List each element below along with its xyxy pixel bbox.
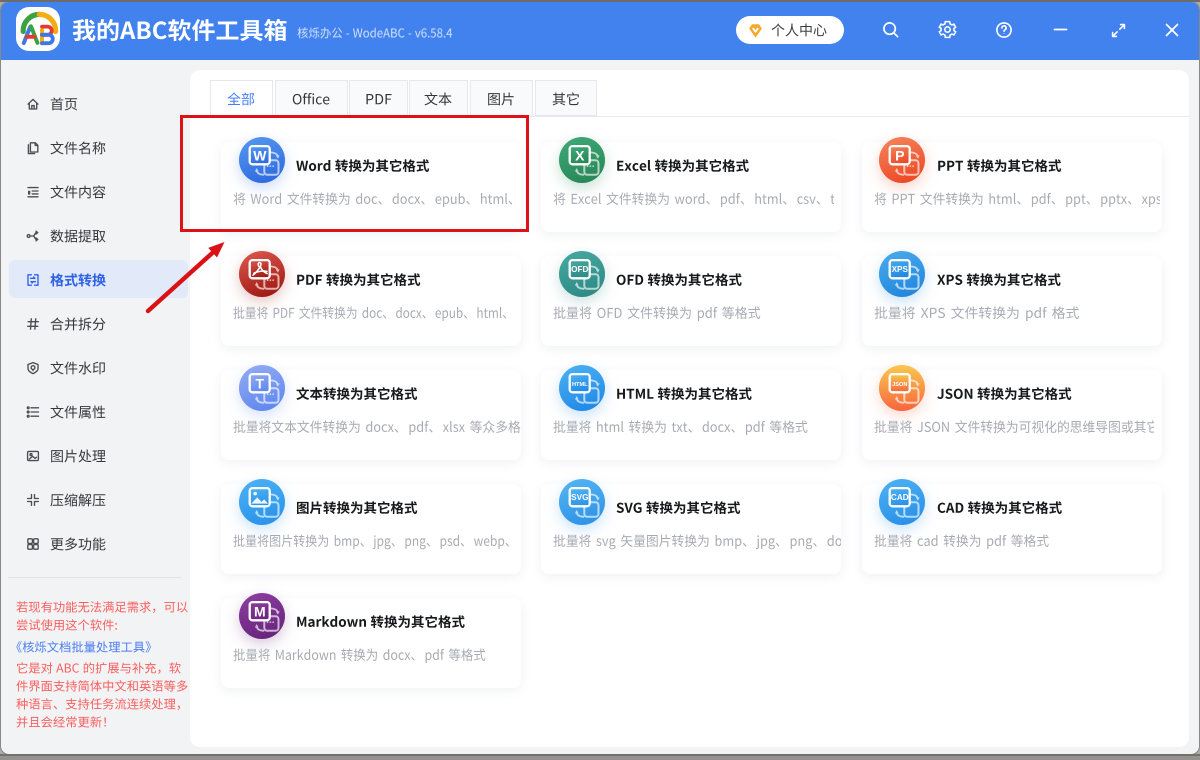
svg-text:XPS: XPS	[892, 265, 909, 274]
svg-text:X: X	[575, 147, 585, 163]
svg-text:M: M	[253, 603, 265, 619]
svg-text:HTML: HTML	[572, 382, 588, 388]
svg-text:OFD: OFD	[571, 265, 588, 274]
svg-text:CAD: CAD	[891, 493, 909, 502]
svg-text:SVG: SVG	[571, 493, 588, 502]
svg-text:P: P	[895, 147, 904, 163]
svg-text:JSON: JSON	[892, 382, 907, 388]
svg-text:T: T	[255, 375, 264, 391]
